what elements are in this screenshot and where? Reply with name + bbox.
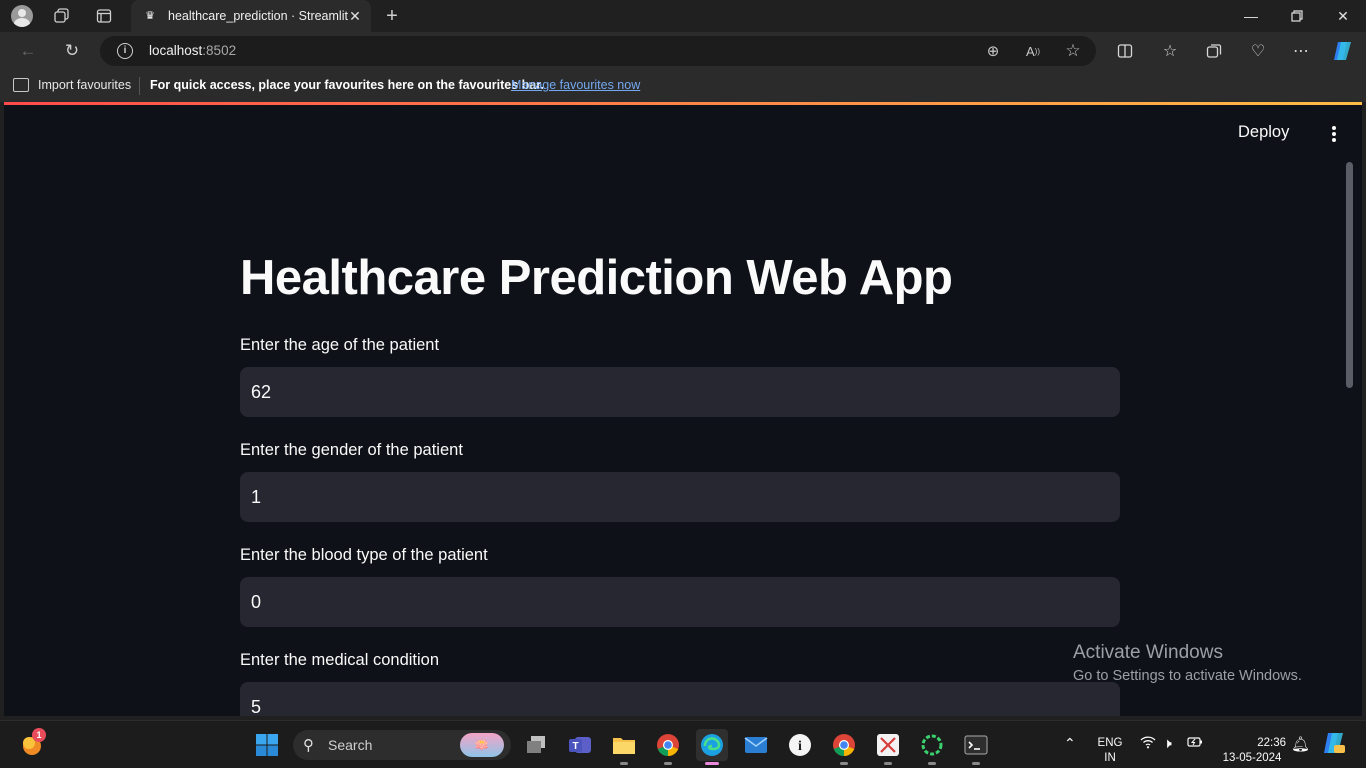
running-indicator [928,762,936,765]
import-favourites-icon [13,78,29,92]
gender-label: Enter the gender of the patient [240,441,463,459]
refresh-icon[interactable]: ↻ [60,39,84,63]
show-hidden-icons-icon[interactable]: ⌃ [1064,735,1076,752]
streamlit-decoration-bar [4,102,1362,105]
copilot-taskbar-icon[interactable] [1322,732,1346,757]
taskbar-search[interactable]: ⚲ Search 🪷 [293,730,511,760]
new-tab-icon[interactable]: + [380,4,404,28]
battery-icon[interactable] [1187,735,1203,752]
search-label: Search [328,737,373,753]
activate-windows-watermark: Activate Windows Go to Settings to activ… [1073,642,1302,684]
terminal-icon[interactable] [960,729,992,765]
blood-type-input[interactable] [240,577,1120,627]
favourite-star-icon[interactable]: ☆ [1063,41,1083,61]
clock-time: 22:36 [1257,737,1286,749]
zoom-icon[interactable]: ⊕ [983,41,1003,61]
tab-actions-icon[interactable] [92,4,116,28]
profile-avatar-icon[interactable] [10,4,34,28]
volume-icon[interactable]: 🕨 [1163,735,1172,752]
chrome-icon[interactable] [652,729,684,765]
running-indicator [840,762,848,765]
read-aloud-icon[interactable]: A)) [1023,41,1043,61]
deploy-button[interactable]: Deploy [1238,123,1289,142]
start-icon[interactable] [251,729,283,761]
active-indicator [705,762,719,765]
file-explorer-icon[interactable] [608,729,640,765]
snipping-tool-icon[interactable] [872,729,904,765]
favourites-message: For quick access, place your favourites … [150,78,544,92]
close-window-icon[interactable]: ✕ [1320,0,1366,32]
watermark-title: Activate Windows [1073,642,1223,663]
favourites-bar: Import favourites For quick access, plac… [0,70,1366,102]
notifications-bell-icon[interactable]: 🔔︎ [1291,735,1310,753]
running-indicator [972,762,980,765]
loading-app-icon[interactable] [916,729,948,765]
tab-close-icon[interactable]: ✕ [347,8,363,24]
svg-text:T: T [572,741,578,752]
running-indicator [884,762,892,765]
streamlit-page: Deploy Healthcare Prediction Web App Ent… [4,102,1362,716]
page-scrollbar[interactable] [1346,162,1353,388]
import-favourites-button[interactable]: Import favourites [38,78,131,92]
copilot-icon[interactable] [1331,39,1355,63]
minimize-icon[interactable]: — [1228,0,1274,32]
collections-icon[interactable] [1202,39,1226,63]
address-bar[interactable]: i localhost:8502 ⊕ A)) ☆ [100,36,1096,66]
site-info-icon[interactable]: i [117,43,133,59]
settings-more-icon[interactable]: ⋯ [1289,39,1313,63]
edge-icon[interactable] [696,729,728,765]
age-input[interactable] [240,367,1120,417]
wifi-icon[interactable] [1140,735,1156,752]
restore-icon[interactable] [1274,0,1320,32]
search-highlight-icon: 🪷 [460,733,504,757]
clock[interactable]: 22:36 13-05-2024 [1218,736,1286,766]
widgets-notification-badge: 1 [32,728,46,742]
browser-titlebar: ♛ healthcare_prediction · Streamlit ✕ + … [0,0,1366,32]
search-icon: ⚲ [303,737,314,754]
split-screen-icon[interactable] [1113,39,1137,63]
mail-icon[interactable] [740,729,772,761]
page-title: Healthcare Prediction Web App [240,251,953,305]
favbar-divider [139,77,140,95]
main-menu-icon[interactable] [1326,124,1342,144]
age-label: Enter the age of the patient [240,336,440,354]
running-indicator [620,762,628,765]
browser-essentials-icon[interactable]: ♡ [1246,39,1270,63]
task-view-icon[interactable] [520,729,552,761]
chrome-profile-icon[interactable] [828,729,860,765]
tab-title: healthcare_prediction · Streamlit [168,9,348,23]
manage-favourites-link[interactable]: Manage favourites now [511,78,640,92]
info-app-icon[interactable]: i [784,729,816,761]
favourites-icon[interactable]: ☆ [1158,39,1182,63]
url-text[interactable]: localhost:8502 [149,43,236,58]
tab-healthcare-prediction[interactable]: ♛ healthcare_prediction · Streamlit ✕ [131,0,371,32]
watermark-subtitle: Go to Settings to activate Windows. [1073,668,1302,684]
gender-input[interactable] [240,472,1120,522]
blood-type-label: Enter the blood type of the patient [240,546,488,564]
windows-taskbar: ⚲ Search 🪷 T i [0,720,1366,768]
workspaces-icon[interactable] [50,4,74,28]
browser-toolbar: ← ↻ i localhost:8502 ⊕ A)) ☆ ☆ ♡ ⋯ [0,32,1366,70]
running-indicator [664,762,672,765]
teams-icon[interactable]: T [564,729,596,761]
svg-text:i: i [798,739,802,754]
clock-date: 13-05-2024 [1222,752,1282,764]
language-indicator[interactable]: ENG IN [1096,736,1124,766]
streamlit-favicon-icon: ♛ [145,10,155,22]
medical-condition-input[interactable] [240,682,1120,716]
medical-condition-label: Enter the medical condition [240,651,440,669]
back-icon[interactable]: ← [16,39,40,63]
